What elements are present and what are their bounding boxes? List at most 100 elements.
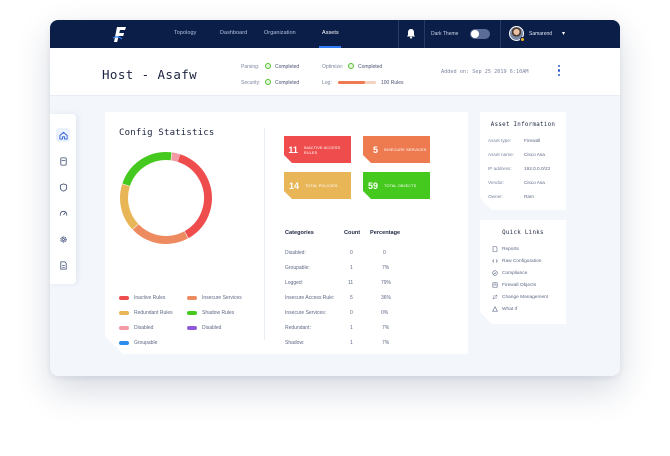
- gauge-icon: [59, 210, 67, 216]
- more-options-icon[interactable]: [557, 65, 561, 78]
- quick-link-label: What If: [502, 306, 518, 312]
- user-name[interactable]: Samarend: [529, 31, 552, 37]
- quick-link-label: Raw Configuration: [502, 258, 542, 264]
- check-icon: [265, 63, 271, 69]
- info-key: Owner:: [488, 194, 504, 199]
- info-key: IP address:: [488, 166, 512, 171]
- legend-label: Groupable: [134, 340, 158, 346]
- quick-link-what-if[interactable]: What If: [492, 306, 517, 312]
- legend-item: Insecure Services: [187, 295, 242, 301]
- cell-percentage: 7%: [382, 340, 390, 346]
- legend-swatch: [119, 326, 129, 330]
- stat-value: 11: [288, 144, 298, 155]
- chevron-down-icon[interactable]: ▾: [562, 30, 565, 37]
- cell-category: Shadow:: [285, 340, 305, 346]
- parsing-status: Completed: [275, 64, 300, 70]
- notification-bell-icon[interactable]: [406, 28, 416, 39]
- info-key: Asset name:: [488, 152, 515, 157]
- table-row: Unused Objects: 25 42%: [285, 355, 435, 371]
- whatif-icon: [492, 306, 498, 312]
- home-icon: [58, 131, 68, 140]
- nav-link-topology[interactable]: Topology: [174, 30, 196, 36]
- rail-item-performance[interactable]: [56, 206, 70, 220]
- log-rules-count: 100 Rules: [381, 80, 404, 86]
- stat-value: 59: [367, 180, 378, 191]
- info-value: Firewall: [524, 138, 541, 143]
- stat-total-policies[interactable]: 14 Total Policies: [284, 172, 351, 199]
- rail-item-reports[interactable]: [56, 258, 70, 272]
- asset-information-card: Asset Information Asset type: Firewall As…: [480, 112, 566, 210]
- donut-slice-insecure-services[interactable]: [118, 150, 214, 246]
- cell-percentage: 7%: [382, 325, 390, 331]
- nav-link-assets[interactable]: Assets: [322, 30, 339, 36]
- rail-item-security[interactable]: [56, 180, 70, 194]
- table-row: Disabled: 0 0: [285, 250, 435, 266]
- cell-percentage: 0: [383, 250, 386, 256]
- quick-link-compliance[interactable]: Compliance: [492, 270, 527, 276]
- cell-count: 1: [350, 265, 353, 271]
- app-logo[interactable]: [112, 25, 128, 43]
- security-status: Completed: [275, 80, 300, 86]
- log-progress-fill: [338, 81, 366, 84]
- rail-item-server[interactable]: [56, 154, 70, 168]
- stat-total-objects[interactable]: 59 Total Objects: [363, 172, 430, 199]
- parsing-label: Parsing:: [241, 64, 260, 70]
- left-icon-rail: [50, 114, 76, 284]
- cell-count: 11: [348, 280, 354, 286]
- stat-label: Total Objects: [384, 183, 417, 188]
- stage: Topology Dashboard Organization Assets D…: [0, 0, 670, 456]
- code-icon: [492, 258, 498, 264]
- rail-item-home[interactable]: [56, 128, 70, 142]
- table-header-percentage: Percentage: [370, 230, 401, 236]
- cell-percentage: 79%: [381, 280, 392, 286]
- log-progress-bar: [338, 81, 376, 84]
- cell-percentage: 36%: [381, 295, 392, 301]
- nav-link-dashboard[interactable]: Dashboard: [220, 30, 247, 36]
- quick-link-raw-configuration[interactable]: Raw Configuration: [492, 258, 541, 264]
- status-dot: [520, 37, 525, 42]
- card-divider: [264, 128, 265, 340]
- stat-insecure-services[interactable]: 5 Insecure Services: [363, 136, 430, 163]
- cell-category: Unused Objects:: [285, 355, 322, 361]
- legend-swatch: [119, 341, 129, 345]
- quick-link-label: Compliance: [502, 270, 528, 276]
- asset-header: Host - Asafw Parsing: Completed Security…: [50, 48, 620, 96]
- stat-value: 14: [288, 180, 299, 191]
- legend-label: Redundant Rules: [134, 310, 173, 316]
- legend-item: Disabled: [187, 325, 221, 331]
- donut-slice-redundant-rules[interactable]: [118, 150, 214, 246]
- info-row: IP address: 192.0.0.0/23: [488, 166, 550, 171]
- cell-count: 5: [350, 295, 353, 301]
- quick-link-change-management[interactable]: Change Management: [492, 294, 548, 300]
- legend-item: Inactive Rules: [119, 295, 165, 301]
- stat-label: Insecure Services: [384, 147, 427, 152]
- info-key: Vendor:: [488, 180, 505, 185]
- cell-category: Redundant:: [285, 325, 311, 331]
- added-on-timestamp: Added on: Sep 25 2019 6:10AM: [441, 69, 529, 75]
- info-row: Asset name: Cisco Asa: [488, 152, 545, 157]
- config-statistics-title: Config Statistics: [119, 128, 215, 138]
- config-donut-chart: [118, 150, 214, 246]
- dark-theme-toggle[interactable]: [470, 29, 490, 39]
- check-icon: [265, 79, 271, 85]
- table-row: Groupable: 1 7%: [285, 265, 435, 281]
- nav-divider: [398, 20, 399, 48]
- donut-slice-disabled[interactable]: [118, 150, 214, 246]
- nav-link-organization[interactable]: Organization: [264, 30, 296, 36]
- compliance-icon: [492, 270, 498, 276]
- cell-category: Insecure Services:: [285, 310, 327, 316]
- table-header-categories: Categories: [285, 230, 314, 236]
- quick-link-reports[interactable]: Reports: [492, 246, 519, 252]
- cell-percentage: 7%: [382, 265, 390, 271]
- info-value: 192.0.0.0/23: [524, 166, 551, 171]
- cell-count: 1: [350, 340, 353, 346]
- optimize-label: Optimize:: [322, 64, 344, 70]
- quick-link-firewall-objects[interactable]: Firewall Objects: [492, 282, 536, 288]
- donut-slice-inactive-rules[interactable]: [118, 150, 214, 246]
- dark-theme-label: Dark Theme: [431, 31, 459, 37]
- donut-slice-shadow-rules[interactable]: [118, 150, 214, 246]
- rail-item-settings[interactable]: [56, 232, 70, 246]
- page-title: Host - Asafw: [102, 67, 198, 82]
- stat-inactive-access-rules[interactable]: 11 Inactive Access Rules: [284, 136, 351, 163]
- legend-label: Inactive Rules: [134, 295, 166, 301]
